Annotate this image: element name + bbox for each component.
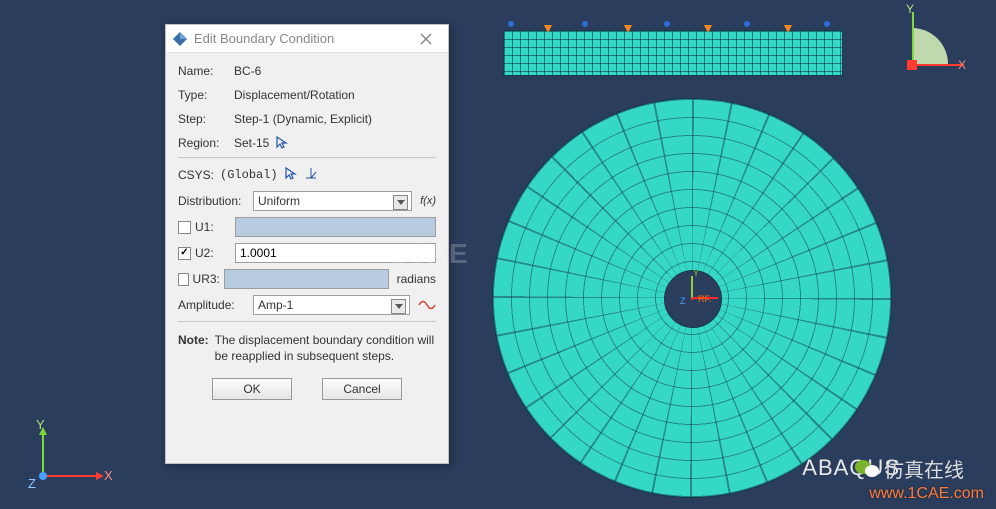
bc-arrow [624, 25, 632, 33]
ur3-input[interactable] [224, 269, 389, 289]
region-value: Set-15 [234, 136, 269, 150]
distribution-label: Distribution: [178, 194, 253, 208]
bc-arrow [544, 25, 552, 33]
distribution-select[interactable]: Uniform [253, 191, 412, 211]
bc-marker [824, 21, 830, 27]
watermark-url: www.1CAE.com [869, 485, 984, 503]
cursor-icon[interactable] [275, 135, 289, 152]
divider [178, 157, 436, 158]
dialog-titlebar[interactable]: Edit Boundary Condition [166, 25, 448, 53]
watermark-center: 1CAE [390, 238, 469, 270]
wechat-icon [854, 457, 880, 479]
cancel-button[interactable]: Cancel [322, 378, 402, 400]
app-icon [172, 31, 188, 47]
divider [178, 321, 436, 322]
view-rotation-widget[interactable]: Y X [902, 16, 962, 76]
global-triad: Y X Z [28, 421, 108, 491]
rect-mesh-part [503, 30, 843, 76]
u2-label: U2: [195, 246, 235, 260]
csys-label: CSYS: [178, 168, 214, 182]
amplitude-curve-icon[interactable] [418, 298, 436, 312]
ur3-unit: radians [397, 272, 436, 286]
bc-arrow [704, 25, 712, 33]
step-label: Step: [178, 112, 234, 126]
u1-checkbox[interactable] [178, 221, 191, 234]
ok-button[interactable]: OK [212, 378, 292, 400]
u1-label: U1: [195, 220, 235, 234]
type-label: Type: [178, 88, 234, 102]
fx-icon[interactable]: f(x) [420, 195, 436, 207]
close-icon [420, 33, 432, 45]
amplitude-label: Amplitude: [178, 298, 253, 312]
ur3-label: UR3: [193, 272, 224, 286]
close-button[interactable] [410, 28, 442, 50]
u2-checkbox[interactable] [178, 247, 191, 260]
pick-csys-icon[interactable] [284, 166, 298, 183]
bc-marker [508, 21, 514, 27]
name-value: BC-6 [234, 64, 261, 78]
disc-mesh-part: Z Y RF. [492, 98, 892, 498]
bc-arrow [784, 25, 792, 33]
step-value: Step-1 (Dynamic, Explicit) [234, 112, 372, 126]
note-text: Note: The displacement boundary conditio… [178, 332, 436, 364]
watermark-cn: 仿真在线 [884, 454, 964, 483]
u1-input[interactable] [235, 217, 436, 237]
bc-marker [744, 21, 750, 27]
bc-marker [664, 21, 670, 27]
region-label: Region: [178, 136, 234, 150]
ur3-checkbox[interactable] [178, 273, 189, 286]
dialog-title: Edit Boundary Condition [194, 31, 410, 46]
csys-value: (Global) [220, 168, 278, 182]
bc-marker [582, 21, 588, 27]
amplitude-select[interactable]: Amp-1 [253, 295, 410, 315]
name-label: Name: [178, 64, 234, 78]
type-value: Displacement/Rotation [234, 88, 355, 102]
datum-csys-icon[interactable] [304, 166, 318, 183]
